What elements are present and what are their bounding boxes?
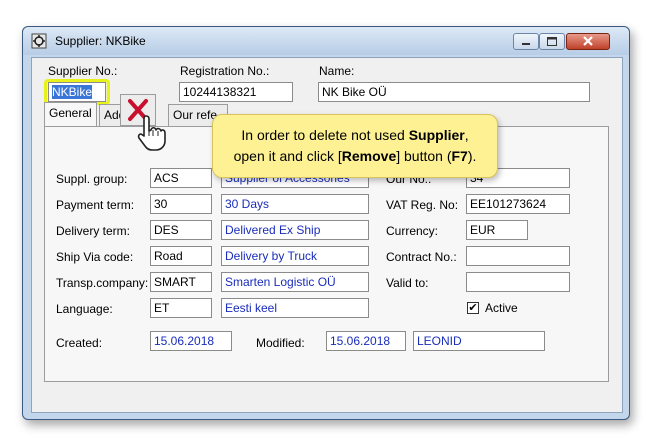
delivery-term-desc-field: Delivered Ex Ship (221, 220, 369, 240)
contract-no-label: Contract No.: (386, 250, 457, 264)
modified-by-field: LEONID (413, 331, 545, 351)
maximize-icon (547, 37, 557, 46)
close-icon (583, 36, 593, 46)
modified-field: 15.06.2018 (326, 331, 406, 351)
name-label: Name: (319, 64, 355, 78)
active-label: Active (485, 301, 518, 315)
registration-label: Registration No.: (180, 64, 270, 78)
language-desc-field: Eesti keel (221, 298, 369, 318)
tooltip-line-2: open it and click [Remove] button (F7). (233, 148, 477, 164)
supplier-no-field[interactable]: NKBike (48, 82, 106, 102)
supplier-app-icon (31, 33, 47, 49)
help-tooltip: In order to delete not used Supplier, op… (212, 114, 498, 178)
payment-term-code-field[interactable]: 30 (150, 194, 212, 214)
payment-term-desc-field: 30 Days (221, 194, 369, 214)
suppl-group-label: Suppl. group: (56, 172, 128, 186)
registration-field[interactable]: 10244138321 (179, 82, 293, 102)
name-field[interactable]: NK Bike OÜ (318, 82, 590, 102)
created-field: 15.06.2018 (150, 331, 232, 351)
tooltip-line-1: In order to delete not used Supplier, (241, 127, 469, 143)
ship-via-desc-field: Delivery by Truck (221, 246, 369, 266)
transp-company-code-field[interactable]: SMART (150, 272, 212, 292)
delivery-term-label: Delivery term: (56, 224, 131, 238)
suppl-group-code-field[interactable]: ACS (150, 168, 212, 188)
valid-to-field[interactable] (466, 272, 570, 292)
payment-term-label: Payment term: (56, 198, 135, 212)
vat-reg-field[interactable]: EE101273624 (466, 194, 570, 214)
tab-general[interactable]: General (44, 102, 97, 126)
supplier-no-label: Supplier No.: (48, 64, 118, 78)
transp-company-label: Transp.company: (56, 276, 149, 290)
minimize-icon (522, 43, 530, 45)
supplier-no-value: NKBike (52, 85, 93, 99)
ship-via-code-field[interactable]: Road (150, 246, 212, 266)
title-bar[interactable]: Supplier: NKBike (23, 27, 629, 55)
currency-field[interactable]: EUR (466, 220, 528, 240)
created-label: Created: (56, 336, 103, 350)
active-checkbox[interactable]: ✔ (467, 302, 479, 314)
ship-via-label: Ship Via code: (56, 250, 134, 264)
language-label: Language: (56, 302, 113, 316)
transp-company-desc-field: Smarten Logistic OÜ (221, 272, 369, 292)
hand-pointer-icon (137, 115, 166, 151)
vat-reg-label: VAT Reg. No: (386, 198, 459, 212)
language-code-field[interactable]: ET (150, 298, 212, 318)
delivery-term-code-field[interactable]: DES (150, 220, 212, 240)
window-title: Supplier: NKBike (55, 34, 146, 48)
maximize-button[interactable] (539, 33, 565, 50)
close-button[interactable] (566, 33, 610, 50)
currency-label: Currency: (386, 224, 439, 238)
contract-no-field[interactable] (466, 246, 570, 266)
valid-to-label: Valid to: (386, 276, 429, 290)
minimize-button[interactable] (513, 33, 539, 50)
modified-label: Modified: (256, 336, 305, 350)
